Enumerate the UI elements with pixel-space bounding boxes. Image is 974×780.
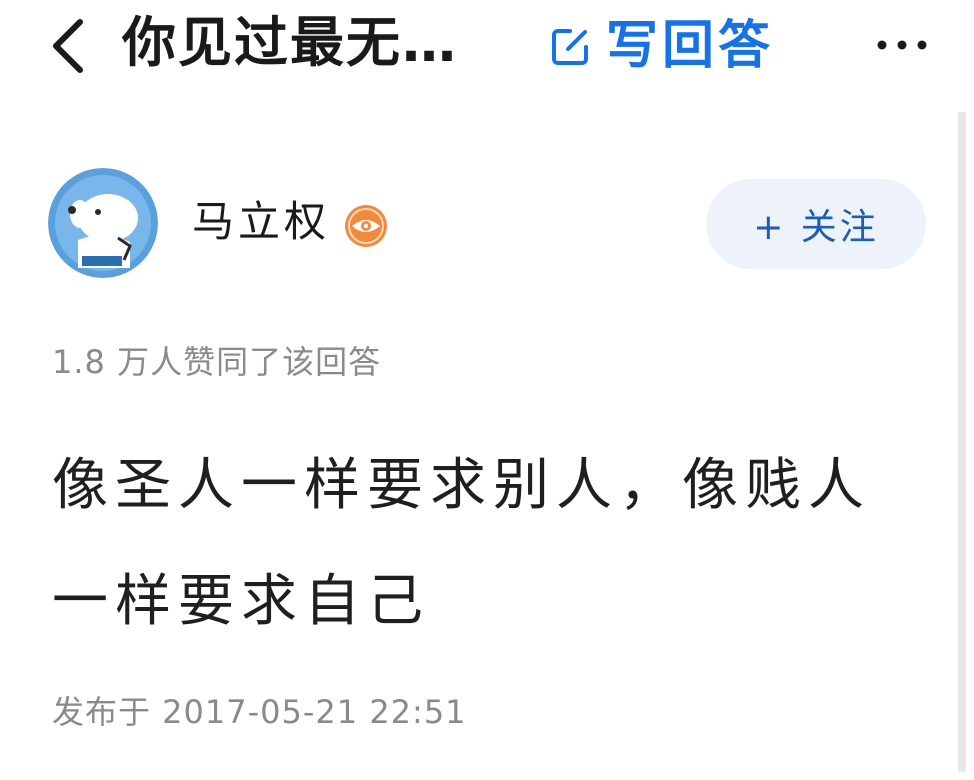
write-answer-label: 写回答 — [606, 16, 775, 76]
top-nav-bar: 你见过最无… 写回答 — [0, 0, 974, 100]
dog-astronaut-avatar — [48, 168, 158, 278]
follow-button[interactable]: + 关注 — [706, 179, 926, 269]
avatar[interactable] — [48, 168, 158, 278]
chevron-left-icon[interactable] — [40, 10, 100, 80]
scrollbar[interactable] — [958, 112, 966, 772]
follow-label: + 关注 — [753, 207, 879, 248]
question-title[interactable]: 你见过最无… — [122, 8, 458, 78]
answer-content: 像圣人一样要求别人，像贱人一样要求自己 — [52, 453, 871, 634]
write-answer-button[interactable]: 写回答 — [548, 10, 774, 82]
author-name[interactable]: 马立权 — [192, 194, 330, 250]
more-horizontal-icon[interactable] — [872, 20, 932, 70]
publish-time: 发布于 2017-05-21 22:51 — [52, 693, 467, 731]
eye-badge-icon — [345, 205, 387, 247]
answer-page: 你见过最无… 写回答 马立权 + 关注 1.8 万人赞同了该回答 像圣人一样要求… — [0, 0, 974, 780]
edit-icon — [552, 29, 588, 65]
upvote-count: 1.8 万人赞同了该回答 — [52, 343, 382, 381]
